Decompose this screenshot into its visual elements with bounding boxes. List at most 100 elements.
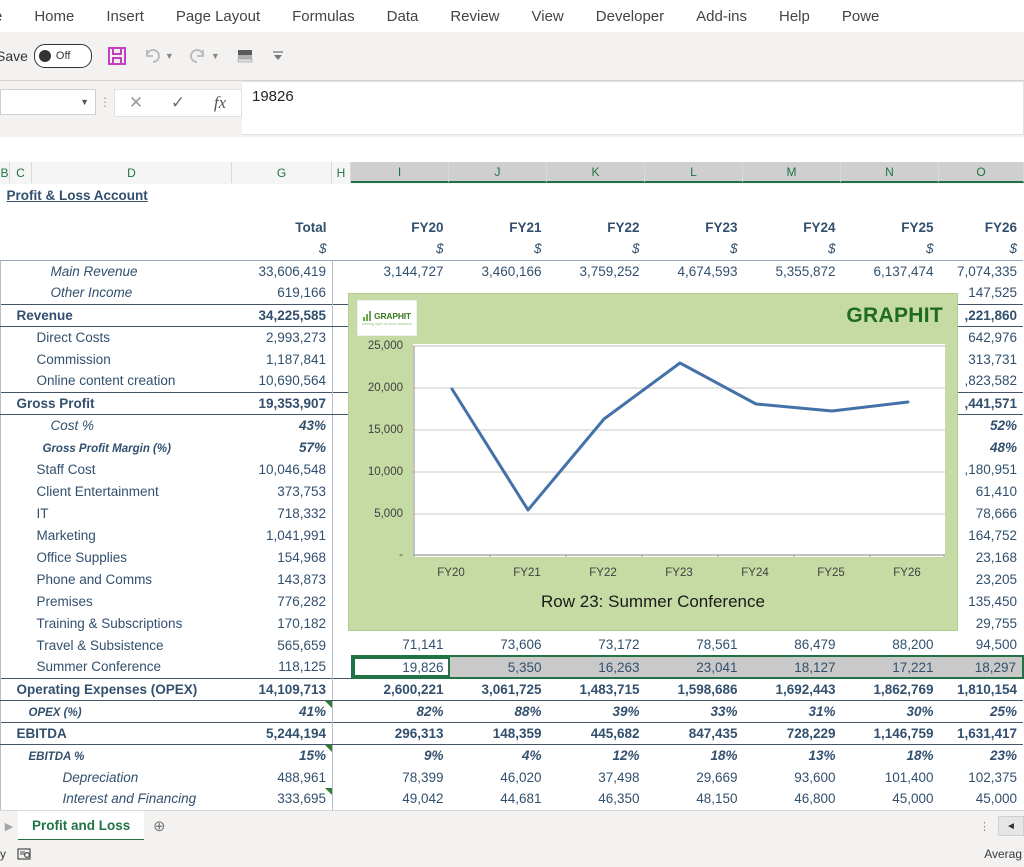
formula-input[interactable]: 19826 xyxy=(242,81,1024,135)
cell-l[interactable]: 18% xyxy=(646,744,744,766)
cell-n[interactable]: 18% xyxy=(842,744,940,766)
cell-o[interactable]: 1,810,154 xyxy=(939,677,1023,701)
cell-n[interactable]: 88,200 xyxy=(842,634,940,656)
cell-k[interactable]: 73,172 xyxy=(548,634,646,656)
column-header-h[interactable]: H xyxy=(332,162,351,183)
cell-i[interactable]: 82% xyxy=(352,700,450,722)
cell-j[interactable]: 4% xyxy=(450,744,548,766)
cell-i[interactable]: 78,399 xyxy=(352,766,450,788)
cancel-icon[interactable]: ✕ xyxy=(115,90,157,116)
save-icon[interactable] xyxy=(106,45,128,67)
scroll-left-icon[interactable]: ▶ xyxy=(0,820,18,833)
cell-m[interactable]: 13% xyxy=(744,744,842,766)
selected-cell-o23[interactable]: 18,297 xyxy=(939,655,1024,679)
ribbon-tab-file[interactable]: e xyxy=(0,0,18,32)
cell-j[interactable]: 88% xyxy=(450,700,548,722)
column-header-j[interactable]: J xyxy=(449,162,547,183)
cell-k[interactable]: 46,350 xyxy=(547,788,646,810)
cell-m[interactable]: 5,355,872 xyxy=(743,259,842,282)
selected-cell-n23[interactable]: 17,221 xyxy=(841,655,940,679)
ribbon-tab-data[interactable]: Data xyxy=(371,0,435,32)
cell-j[interactable]: 3,061,725 xyxy=(449,677,548,701)
cell-j[interactable]: 46,020 xyxy=(450,766,548,788)
cell-i[interactable]: 296,313 xyxy=(351,721,450,745)
column-header-c[interactable]: C xyxy=(10,162,32,183)
cell-o[interactable]: 23% xyxy=(940,744,1023,766)
cell-j[interactable]: 73,606 xyxy=(450,634,548,656)
cell-l[interactable]: 29,669 xyxy=(646,766,744,788)
cell-k[interactable]: 445,682 xyxy=(547,721,646,745)
cell-o[interactable]: 45,000 xyxy=(939,788,1023,810)
selected-cell-m23[interactable]: 18,127 xyxy=(743,655,842,679)
horizontal-scroll-left-icon[interactable]: ◄ xyxy=(998,816,1024,836)
cell-l[interactable]: 1,598,686 xyxy=(645,677,744,701)
table-row-selected[interactable]: Summer Conference 118,125 19,826 5,350 1… xyxy=(0,655,1024,679)
cell-m[interactable]: 1,692,443 xyxy=(743,677,842,701)
cell-i[interactable]: 71,141 xyxy=(352,634,450,656)
cell-i[interactable]: 2,600,221 xyxy=(351,677,450,701)
cell-k[interactable]: 39% xyxy=(548,700,646,722)
cell-l[interactable]: 4,674,593 xyxy=(645,259,744,282)
ribbon-tab-view[interactable]: View xyxy=(516,0,580,32)
insert-function-icon[interactable]: fx xyxy=(199,90,241,116)
ribbon-tab-help[interactable]: Help xyxy=(763,0,826,32)
cell-o[interactable]: 7,074,335 xyxy=(939,259,1023,282)
cell-m[interactable]: 86,479 xyxy=(744,634,842,656)
cell-o[interactable]: 1,631,417 xyxy=(939,721,1023,745)
name-box[interactable]: ▼ xyxy=(0,89,96,115)
cell-i[interactable]: 9% xyxy=(352,744,450,766)
ribbon-tab-review[interactable]: Review xyxy=(434,0,515,32)
cell-l[interactable]: 33% xyxy=(646,700,744,722)
customize-quick-access-icon[interactable] xyxy=(270,48,286,64)
chevron-down-icon[interactable]: ▼ xyxy=(80,97,89,107)
cell-n[interactable]: 30% xyxy=(842,700,940,722)
add-sheet-icon[interactable]: ⊕ xyxy=(144,812,174,840)
column-header-b[interactable]: B xyxy=(0,162,10,183)
column-header-n[interactable]: N xyxy=(841,162,939,183)
cell-n[interactable]: 1,862,769 xyxy=(841,677,940,701)
cell-m[interactable]: 728,229 xyxy=(743,721,842,745)
table-row[interactable]: Operating Expenses (OPEX) 14,109,713 2,6… xyxy=(0,677,1023,701)
record-macro-icon[interactable] xyxy=(16,846,32,862)
cell-l[interactable]: 78,561 xyxy=(646,634,744,656)
cell-n[interactable]: 1,146,759 xyxy=(841,721,940,745)
cell-n[interactable]: 6,137,474 xyxy=(841,259,940,282)
selected-cell-l23[interactable]: 23,041 xyxy=(645,655,744,679)
enter-icon[interactable]: ✓ xyxy=(157,90,199,116)
column-header-o[interactable]: O xyxy=(939,162,1024,183)
redo-icon[interactable]: ▼ xyxy=(188,46,220,66)
cell-k[interactable]: 37,498 xyxy=(548,766,646,788)
selected-cell-j23[interactable]: 5,350 xyxy=(449,655,548,679)
sheet-tab-profit-and-loss[interactable]: Profit and Loss xyxy=(18,811,145,841)
ribbon-tab-insert[interactable]: Insert xyxy=(90,0,160,32)
ribbon-tab-home[interactable]: Home xyxy=(18,0,90,32)
floating-line-chart[interactable]: GRAPHIT shining light on your numbers GR… xyxy=(348,293,958,631)
redo-dropdown-caret[interactable]: ▼ xyxy=(211,51,220,61)
cell-m[interactable]: 31% xyxy=(744,700,842,722)
ribbon-tab-formulas[interactable]: Formulas xyxy=(276,0,371,32)
cell-n[interactable]: 101,400 xyxy=(842,766,940,788)
column-header-g[interactable]: G xyxy=(232,162,332,183)
tab-options-icon[interactable]: ⋮ xyxy=(971,820,998,833)
column-header-l[interactable]: L xyxy=(645,162,743,183)
cell-j[interactable]: 148,359 xyxy=(449,721,548,745)
selected-cell-k23[interactable]: 16,263 xyxy=(547,655,646,679)
cell-j[interactable]: 3,460,166 xyxy=(449,259,548,282)
cell-o[interactable]: 25% xyxy=(940,700,1023,722)
cell-l[interactable]: 48,150 xyxy=(645,788,744,810)
column-header-i[interactable]: I xyxy=(351,162,449,183)
formula-bar-options-icon[interactable]: ⋮ xyxy=(96,89,114,115)
ribbon-tab-add-ins[interactable]: Add-ins xyxy=(680,0,763,32)
table-row[interactable]: Main Revenue 33,606,419 3,144,727 3,460,… xyxy=(0,259,1023,282)
cell-i[interactable]: 49,042 xyxy=(351,788,450,810)
cell-o[interactable]: 102,375 xyxy=(940,766,1023,788)
cell-m[interactable]: 46,800 xyxy=(743,788,842,810)
cell-o[interactable]: 94,500 xyxy=(940,634,1023,656)
column-header-d[interactable]: D xyxy=(32,162,232,183)
table-row[interactable]: Travel & Subsistence 565,659 71,141 73,6… xyxy=(0,634,1024,656)
table-row[interactable]: Depreciation 488,961 78,399 46,020 37,49… xyxy=(0,766,1024,788)
table-row[interactable]: EBITDA % 15% 9% 4% 12% 18% 13% 18% 23% xyxy=(0,744,1024,766)
cell-k[interactable]: 12% xyxy=(548,744,646,766)
cell-i[interactable]: 3,144,727 xyxy=(351,259,450,282)
undo-icon[interactable]: ▼ xyxy=(142,46,174,66)
